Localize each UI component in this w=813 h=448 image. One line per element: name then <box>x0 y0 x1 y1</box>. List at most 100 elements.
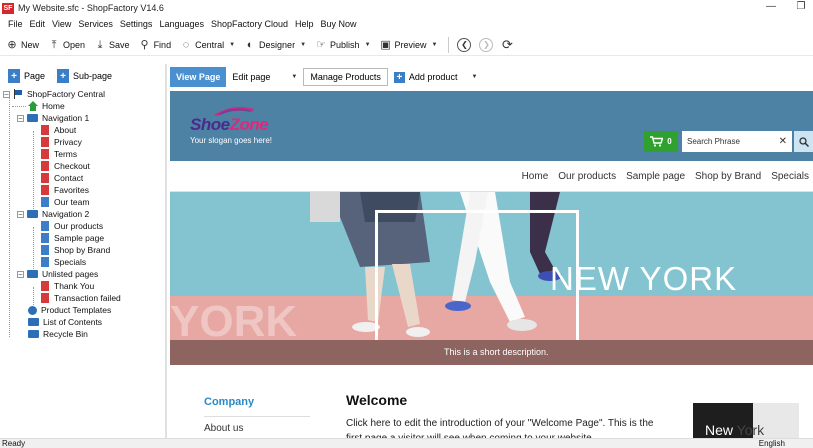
tree-item-our-products[interactable]: Our products <box>41 220 103 232</box>
minimize-icon[interactable]: — <box>765 1 777 12</box>
menu-settings[interactable]: Settings <box>120 19 153 29</box>
collapse-icon[interactable]: – <box>17 114 24 122</box>
site-nav-specials[interactable]: Specials <box>771 171 809 182</box>
site-nav-our-products[interactable]: Our products <box>558 171 616 182</box>
tree-item-specials[interactable]: Specials <box>41 256 86 268</box>
folder-icon <box>27 270 38 278</box>
menu-help[interactable]: Help <box>295 19 314 29</box>
clear-icon[interactable]: ✕ <box>779 136 787 147</box>
tree-item-checkout[interactable]: Checkout <box>41 160 90 172</box>
menu-shopfactory-cloud[interactable]: ShopFactory Cloud <box>211 19 288 29</box>
tab-view-page[interactable]: View Page <box>170 67 227 87</box>
tree-item-about[interactable]: About <box>41 124 76 136</box>
tree-item-transaction-failed[interactable]: Transaction failed <box>41 292 121 304</box>
window-controls: — ❐ <box>765 1 807 12</box>
central-button[interactable]: ◌ Central ▼ <box>180 39 235 51</box>
tree-item-privacy[interactable]: Privacy <box>41 136 82 148</box>
publish-button[interactable]: ☞ Publish ▼ <box>315 39 370 51</box>
tree-item-our-team[interactable]: Our team <box>41 196 89 208</box>
add-page-button[interactable]: + Page <box>8 69 45 83</box>
search-input[interactable]: Search Phrase ✕ <box>682 131 792 152</box>
tree-item-home[interactable]: Home <box>28 100 65 112</box>
find-button[interactable]: ⚲ Find <box>139 39 172 51</box>
tab-manage-products[interactable]: Manage Products <box>303 68 388 86</box>
save-label: Save <box>109 39 130 50</box>
sidebar-about-link[interactable]: About us <box>204 423 243 434</box>
tree-folder-navigation-1[interactable]: – Navigation 1 <box>17 112 89 124</box>
add-page-icon: + <box>8 69 20 83</box>
menu-languages[interactable]: Languages <box>159 19 204 29</box>
cart-button[interactable]: 0 <box>644 131 678 152</box>
open-label: Open <box>63 39 86 50</box>
tree-item-shop-by-brand[interactable]: Shop by Brand <box>41 244 110 256</box>
cart-count: 0 <box>667 137 672 146</box>
save-button[interactable]: ⤓ Save <box>94 39 130 51</box>
menu-view[interactable]: View <box>52 19 71 29</box>
preview-label: Preview <box>394 39 427 50</box>
tree-item-contact[interactable]: Contact <box>41 172 83 184</box>
site-nav-sample-page[interactable]: Sample page <box>626 171 685 182</box>
tree-item-label: List of Contents <box>43 317 103 327</box>
menu-bar: File Edit View Services Settings Languag… <box>0 16 357 32</box>
tree-item-product-templates[interactable]: Product Templates <box>28 304 111 316</box>
new-york-thumbnail[interactable]: New York <box>693 403 799 438</box>
tree-item-label: Shop by Brand <box>54 245 111 255</box>
bulb-icon: ◌ <box>182 38 190 51</box>
page-icon <box>41 137 49 147</box>
preview-button[interactable]: ▣ Preview ▼ <box>380 38 437 51</box>
hero-banner[interactable]: YORK NEW YORK This is a short descriptio… <box>170 192 813 365</box>
tree-item-list-of-contents[interactable]: List of Contents <box>28 316 102 328</box>
welcome-intro[interactable]: Click here to edit the introduction of y… <box>346 416 666 438</box>
menu-services[interactable]: Services <box>78 19 113 29</box>
restore-icon[interactable]: ❐ <box>795 1 807 12</box>
refresh-icon[interactable]: ⟳ <box>501 38 513 51</box>
sidebar-company-heading[interactable]: Company <box>204 396 254 408</box>
collapse-icon[interactable]: – <box>17 270 24 278</box>
add-subpage-button[interactable]: + Sub-page <box>57 69 112 83</box>
menu-file[interactable]: File <box>8 19 23 29</box>
add-product-icon: + <box>393 71 405 83</box>
designer-button[interactable]: ◐ Designer ▼ <box>244 39 306 51</box>
tree-item-label: Our team <box>54 197 90 207</box>
tree-folder-unlisted-pages[interactable]: – Unlisted pages <box>17 268 98 280</box>
page-icon <box>41 245 49 255</box>
search-button[interactable] <box>794 131 813 152</box>
open-button[interactable]: ⤒ Open <box>48 39 85 51</box>
page-icon <box>41 125 49 135</box>
language-indicator[interactable]: English <box>759 439 785 448</box>
tree-item-recycle-bin[interactable]: Recycle Bin <box>28 328 88 340</box>
collapse-icon[interactable]: – <box>17 210 24 218</box>
site-logo[interactable]: ShoeZone Your slogan goes here! <box>190 107 272 145</box>
page-icon <box>41 293 49 303</box>
search-icon: ⚲ <box>140 38 149 51</box>
tab-edit-page[interactable]: Edit page ▼ <box>226 67 303 87</box>
tree-item-label: Privacy <box>54 137 82 147</box>
welcome-heading[interactable]: Welcome <box>346 392 407 408</box>
menu-buy-now[interactable]: Buy Now <box>321 19 357 29</box>
site-slogan: Your slogan goes here! <box>190 136 272 145</box>
window-title: My Website.sfc - ShopFactory V14.6 <box>18 3 164 13</box>
site-nav-shop-by-brand[interactable]: Shop by Brand <box>695 171 761 182</box>
add-product-button[interactable]: + Add product ▼ <box>388 67 484 87</box>
tree-item-favorites[interactable]: Favorites <box>41 184 89 196</box>
download-icon: ⤓ <box>97 38 103 51</box>
site-nav-home[interactable]: Home <box>522 171 549 182</box>
tree-folder-navigation-2[interactable]: – Navigation 2 <box>17 208 89 220</box>
tree-item-sample-page[interactable]: Sample page <box>41 232 104 244</box>
left-panel-header: + Page + Sub-page <box>0 64 165 88</box>
status-text: Ready <box>2 439 26 448</box>
tree-item-terms[interactable]: Terms <box>41 148 77 160</box>
back-icon[interactable]: ❮ <box>457 37 472 52</box>
collapse-icon[interactable]: – <box>3 90 10 98</box>
preview-icon: ▣ <box>380 38 391 51</box>
tree-item-thank-you[interactable]: Thank You <box>41 280 94 292</box>
designer-label: Designer <box>259 39 296 50</box>
tree-item-label: Specials <box>54 257 87 267</box>
tree-item-label: Navigation 2 <box>42 209 90 219</box>
menu-edit[interactable]: Edit <box>30 19 46 29</box>
flag-icon <box>14 89 22 99</box>
panel-splitter[interactable] <box>165 64 167 438</box>
new-button[interactable]: ⊕ New <box>6 39 39 51</box>
tree-root[interactable]: – ShopFactory Central <box>3 88 105 100</box>
thumbnail-text: New York <box>705 422 765 438</box>
